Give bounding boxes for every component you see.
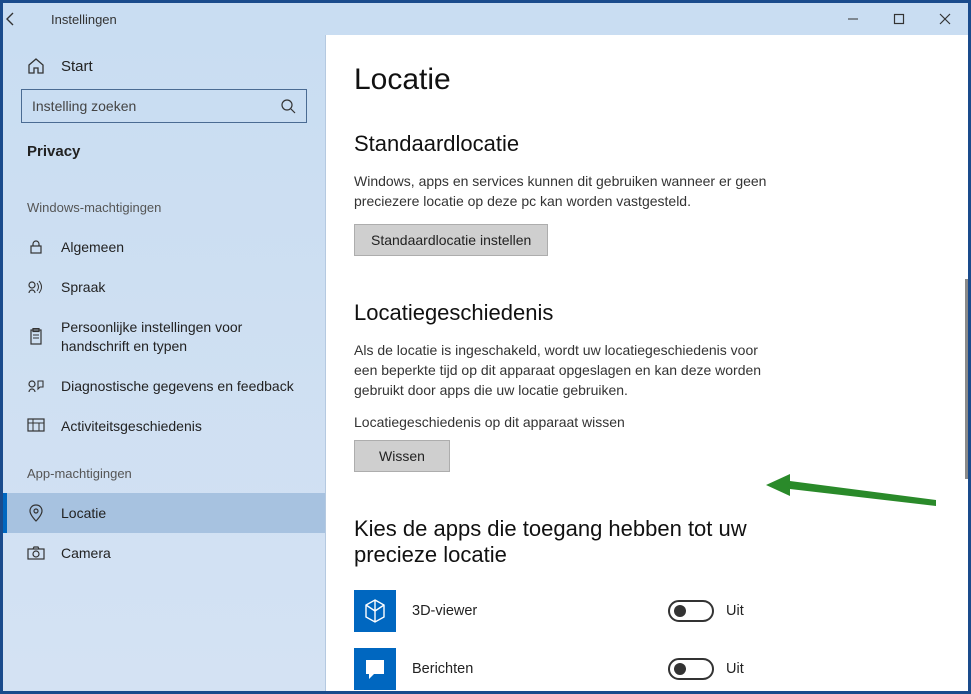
toggle-berichten[interactable] [668, 658, 714, 680]
set-default-location-button[interactable]: Standaardlocatie instellen [354, 224, 548, 256]
location-icon [27, 504, 45, 522]
section-description: Windows, apps en services kunnen dit geb… [354, 171, 784, 212]
sidebar-item-activiteits[interactable]: Activiteitsgeschiedenis [3, 406, 325, 446]
sidebar-item-label: Activiteitsgeschiedenis [61, 417, 202, 435]
home-icon [27, 57, 45, 75]
home-button[interactable]: Start [3, 49, 325, 89]
sidebar-item-label: Locatie [61, 504, 106, 522]
toggle-state: Uit [726, 603, 744, 619]
section-description: Als de locatie is ingeschakeld, wordt uw… [354, 340, 784, 401]
sidebar-item-algemeen[interactable]: Algemeen [3, 227, 325, 267]
minimize-button[interactable] [830, 3, 876, 35]
speech-icon [27, 278, 45, 296]
section-windows-permissions: Windows-machtigingen [3, 180, 325, 227]
maximize-button[interactable] [876, 3, 922, 35]
section-heading: Locatiegeschiedenis [354, 300, 918, 326]
clipboard-icon [27, 328, 45, 346]
titlebar: Instellingen [3, 3, 968, 35]
app-name: Berichten [412, 661, 652, 677]
section-heading: Standaardlocatie [354, 131, 918, 157]
category-label: Privacy [3, 137, 325, 180]
sidebar-item-label: Diagnostische gegevens en feedback [61, 377, 294, 395]
search-field[interactable] [32, 98, 280, 114]
section-app-permissions: App-machtigingen [3, 446, 325, 493]
sidebar-item-label: Camera [61, 544, 111, 562]
lock-icon [27, 238, 45, 256]
clear-button[interactable]: Wissen [354, 440, 450, 472]
close-button[interactable] [922, 3, 968, 35]
activity-icon [27, 417, 45, 435]
toggle-state: Uit [726, 661, 744, 677]
sidebar-item-handschrift[interactable]: Persoonlijke instellingen voor handschri… [3, 307, 325, 365]
sidebar-item-diagnostische[interactable]: Diagnostische gegevens en feedback [3, 366, 325, 406]
page-title: Locatie [354, 63, 918, 97]
app-icon-3d-viewer [354, 590, 396, 632]
toggle-3d-viewer[interactable] [668, 600, 714, 622]
app-row-berichten: Berichten Uit [354, 640, 918, 691]
annotation-arrow [766, 470, 946, 520]
app-row-3d-viewer: 3D-viewer Uit [354, 582, 918, 640]
search-icon [280, 98, 296, 114]
sidebar-item-camera[interactable]: Camera [3, 533, 325, 573]
sidebar-item-locatie[interactable]: Locatie [3, 493, 325, 533]
main-content: Locatie Standaardlocatie Windows, apps e… [326, 35, 968, 691]
app-name: 3D-viewer [412, 603, 652, 619]
sidebar-item-label: Algemeen [61, 238, 124, 256]
back-button[interactable] [3, 11, 47, 27]
window-title: Instellingen [47, 12, 830, 27]
app-icon-berichten [354, 648, 396, 690]
clear-history-label: Locatiegeschiedenis op dit apparaat wiss… [354, 414, 918, 430]
sidebar: Start Privacy Windows-machtigingen Algem… [3, 35, 326, 691]
home-label: Start [61, 58, 93, 75]
section-app-access: Kies de apps die toegang hebben tot uw p… [354, 516, 918, 691]
sidebar-item-label: Persoonlijke instellingen voor handschri… [61, 318, 301, 354]
search-input[interactable] [21, 89, 307, 123]
section-standaardlocatie: Standaardlocatie Windows, apps en servic… [354, 131, 918, 256]
feedback-icon [27, 377, 45, 395]
sidebar-item-label: Spraak [61, 278, 105, 296]
section-locatiegeschiedenis: Locatiegeschiedenis Als de locatie is in… [354, 300, 918, 473]
sidebar-item-spraak[interactable]: Spraak [3, 267, 325, 307]
camera-icon [27, 544, 45, 562]
scrollbar[interactable] [965, 279, 968, 479]
section-heading: Kies de apps die toegang hebben tot uw p… [354, 516, 814, 568]
